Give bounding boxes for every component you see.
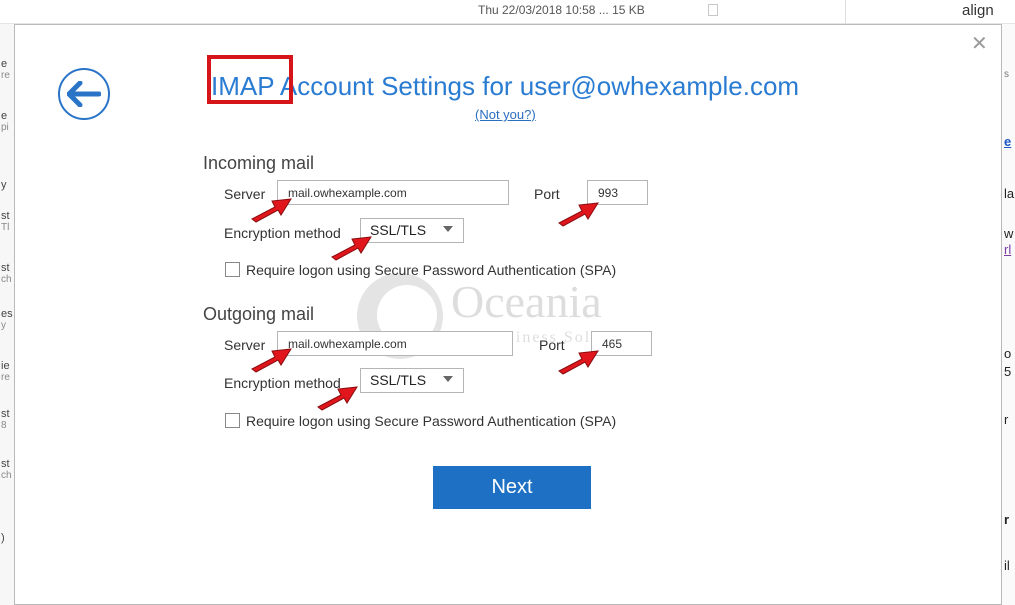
- background-right-text: 5: [1004, 364, 1012, 379]
- background-left-item: ): [1, 532, 5, 544]
- incoming-encryption-select[interactable]: SSL/TLS: [360, 218, 464, 243]
- background-right-text: w: [1004, 226, 1014, 241]
- background-left-item: st ch: [1, 458, 12, 481]
- background-left-item: e re: [1, 58, 10, 81]
- background-left-list: e re e pi y st Tl st ch es y ie re st 8 st ch ): [0, 24, 14, 605]
- incoming-encryption-value: SSL/TLS: [370, 222, 427, 238]
- background-right-text: s: [1004, 69, 1009, 80]
- outgoing-spa-checkbox[interactable]: [225, 413, 240, 428]
- background-right-text: il: [1004, 558, 1010, 573]
- background-top-right-text: align: [962, 2, 994, 19]
- red-arrow-icon: [331, 236, 372, 261]
- back-arrow-icon: [67, 81, 101, 107]
- background-right-link: e: [1004, 134, 1012, 149]
- red-arrow-icon: [558, 202, 599, 227]
- background-left-item: y: [1, 179, 7, 191]
- outgoing-encryption-select[interactable]: SSL/TLS: [360, 368, 464, 393]
- incoming-spa-checkbox[interactable]: [225, 262, 240, 277]
- incoming-spa-label: Require logon using Secure Password Auth…: [246, 262, 617, 278]
- outgoing-mail-heading: Outgoing mail: [203, 304, 315, 324]
- watermark-logo: Oceania Business Solutions: [355, 271, 685, 371]
- chevron-down-icon: [443, 376, 453, 382]
- background-left-item: ie re: [1, 360, 10, 383]
- background-left-item: st ch: [1, 262, 12, 285]
- back-button[interactable]: [58, 68, 110, 120]
- highlight-box: [207, 55, 293, 104]
- background-left-item: e pi: [1, 110, 9, 133]
- background-left-item: st 8: [1, 408, 10, 431]
- incoming-server-input[interactable]: mail.owhexample.com: [277, 180, 509, 205]
- outgoing-server-input[interactable]: mail.owhexample.com: [277, 331, 513, 356]
- background-right-link: rl: [1004, 242, 1012, 257]
- red-arrow-icon: [251, 348, 292, 373]
- outgoing-spa-label: Require logon using Secure Password Auth…: [246, 413, 617, 429]
- incoming-encryption-label: Encryption method: [224, 225, 341, 241]
- next-button[interactable]: Next: [433, 466, 591, 509]
- background-right-text: la: [1004, 186, 1015, 201]
- page-title: IMAP Account Settings for user@owhexampl…: [211, 71, 799, 102]
- background-left-item: es y: [1, 308, 13, 331]
- red-arrow-icon: [251, 198, 292, 223]
- close-icon[interactable]: ✕: [971, 31, 988, 56]
- background-divider: [845, 0, 846, 24]
- background-checkbox: [708, 4, 718, 16]
- background-right-text: o: [1004, 346, 1012, 361]
- red-arrow-icon: [317, 386, 358, 411]
- not-you-link[interactable]: (Not you?): [475, 107, 536, 122]
- background-file-meta: Thu 22/03/2018 10:58 ... 15 KB: [478, 3, 645, 17]
- red-arrow-icon: [558, 350, 599, 375]
- incoming-mail-heading: Incoming mail: [203, 153, 315, 173]
- background-reading-pane: s e la w rl o 5 r r il: [1002, 24, 1015, 605]
- chevron-down-icon: [443, 226, 453, 232]
- title-account: Account Settings for user@owhexample.com: [274, 71, 800, 101]
- background-mail-list-row: Thu 22/03/2018 10:58 ... 15 KB align: [0, 0, 1015, 24]
- imap-settings-dialog: ✕ Oceania Business Solutions IMAP Accoun…: [14, 24, 1002, 605]
- watermark-name: Oceania: [451, 276, 602, 327]
- background-right-text: r: [1004, 512, 1010, 527]
- background-left-item: st Tl: [1, 210, 10, 233]
- outgoing-encryption-value: SSL/TLS: [370, 372, 427, 388]
- background-right-text: r: [1004, 412, 1009, 427]
